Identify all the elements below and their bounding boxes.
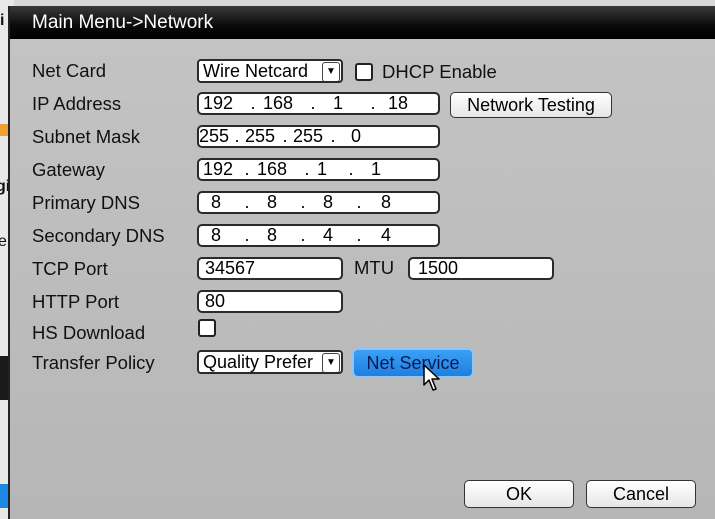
ip-octet-2: 168: [262, 93, 294, 113]
net-card-select[interactable]: Wire Netcard ▼: [197, 59, 343, 83]
gateway-octet-4: 1: [370, 159, 381, 179]
ip-dot: .: [244, 192, 250, 212]
window-title: Main Menu->Network: [10, 6, 715, 39]
ip-dot: .: [330, 126, 336, 146]
network-dialog: Main Menu->Network Net Card IP Address S…: [8, 6, 715, 519]
net-card-value: Wire Netcard: [203, 61, 309, 81]
secondary-dns-octet-2: 8: [266, 225, 277, 245]
mtu-value: 1500: [418, 258, 459, 278]
dhcp-checkbox[interactable]: [355, 63, 373, 81]
ip-address-field[interactable]: 192 . 168 . 1 . 18: [197, 92, 440, 115]
ip-dot: .: [356, 225, 362, 245]
ip-dot: .: [356, 192, 362, 212]
subnet-octet-2: 255: [244, 126, 276, 146]
secondary-dns-octet-1: 8: [210, 225, 221, 245]
ip-dot: .: [370, 93, 376, 113]
mouse-cursor-icon: [423, 364, 440, 391]
subnet-mask-label: Subnet Mask: [32, 126, 140, 147]
ip-dot: .: [310, 93, 316, 113]
ip-dot: .: [348, 159, 354, 179]
ip-octet-3: 1: [332, 93, 343, 113]
transfer-policy-select[interactable]: Quality Prefer ▼: [197, 350, 343, 374]
hs-download-checkbox[interactable]: [198, 319, 216, 337]
subnet-octet-3: 255: [292, 126, 324, 146]
chevron-down-icon[interactable]: ▼: [322, 353, 340, 372]
primary-dns-label: Primary DNS: [32, 192, 140, 213]
primary-dns-octet-2: 8: [266, 192, 277, 212]
net-service-button[interactable]: Net Service: [352, 348, 474, 378]
tcp-port-label: TCP Port: [32, 258, 108, 279]
ip-dot: .: [244, 225, 250, 245]
ip-dot: .: [300, 225, 306, 245]
primary-dns-octet-3: 8: [322, 192, 333, 212]
ip-dot: .: [282, 126, 288, 146]
primary-dns-field[interactable]: 8 . 8 . 8 . 8: [197, 191, 440, 214]
transfer-policy-value: Quality Prefer: [203, 352, 314, 372]
ip-dot: .: [250, 93, 256, 113]
secondary-dns-field[interactable]: 8 . 8 . 4 . 4: [197, 224, 440, 247]
http-port-field[interactable]: 80: [197, 290, 343, 313]
mtu-label: MTU: [354, 257, 395, 278]
network-testing-button[interactable]: Network Testing: [450, 92, 612, 118]
gateway-label: Gateway: [32, 159, 106, 180]
primary-dns-octet-1: 8: [210, 192, 221, 212]
ip-dot: .: [234, 126, 240, 146]
ip-dot: .: [244, 159, 250, 179]
ip-octet-1: 192: [202, 93, 234, 113]
net-card-label: Net Card: [32, 60, 107, 81]
primary-dns-octet-4: 8: [380, 192, 391, 212]
background-text-1: i: [0, 12, 5, 29]
secondary-dns-label: Secondary DNS: [32, 225, 165, 246]
ip-octet-4: 18: [387, 93, 409, 113]
http-port-label: HTTP Port: [32, 291, 120, 312]
transfer-policy-label: Transfer Policy: [32, 352, 155, 373]
mtu-field[interactable]: 1500: [408, 257, 554, 280]
background-text-3: e: [0, 233, 7, 250]
tcp-port-value: 34567: [205, 258, 256, 278]
gateway-octet-1: 192: [202, 159, 234, 179]
gateway-octet-2: 168: [256, 159, 288, 179]
gateway-field[interactable]: 192 . 168 . 1 . 1: [197, 158, 440, 181]
subnet-octet-4: 0: [350, 126, 361, 146]
dhcp-label: DHCP Enable: [382, 61, 497, 82]
ip-address-label: IP Address: [32, 93, 122, 114]
secondary-dns-octet-4: 4: [380, 225, 391, 245]
ok-button[interactable]: OK: [464, 480, 574, 508]
secondary-dns-octet-3: 4: [322, 225, 333, 245]
tcp-port-field[interactable]: 34567: [197, 257, 343, 280]
subnet-mask-field[interactable]: 255 . 255 . 255 . 0: [197, 125, 440, 148]
http-port-value: 80: [205, 291, 226, 311]
hs-download-label: HS Download: [32, 322, 146, 343]
ip-dot: .: [300, 192, 306, 212]
gateway-octet-3: 1: [316, 159, 327, 179]
chevron-down-icon[interactable]: ▼: [322, 62, 340, 81]
subnet-octet-1: 255: [198, 126, 230, 146]
cancel-button[interactable]: Cancel: [586, 480, 696, 508]
